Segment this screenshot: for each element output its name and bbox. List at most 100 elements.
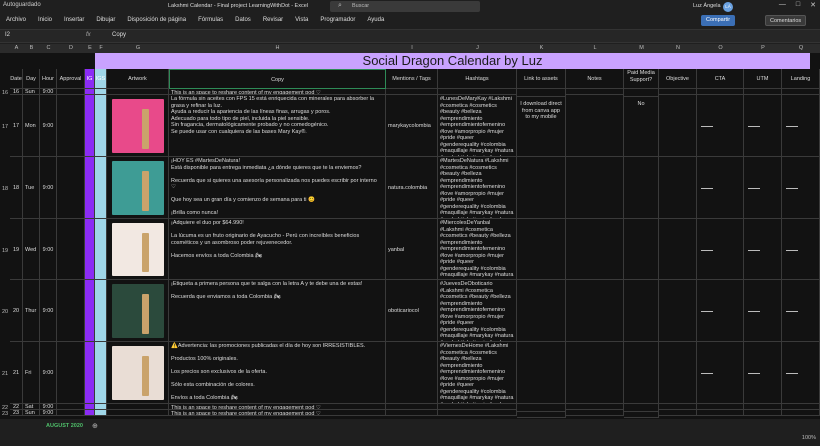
cell-igs[interactable] — [95, 410, 107, 416]
cell-objective[interactable] — [659, 219, 697, 280]
header-day[interactable]: Day — [23, 69, 40, 89]
artwork-thumbnail[interactable] — [112, 99, 164, 153]
header-ig[interactable]: IG — [85, 69, 95, 89]
artwork-thumbnail[interactable] — [112, 346, 164, 400]
header-cta[interactable]: CTA — [697, 69, 744, 89]
row-number[interactable]: 18 — [0, 158, 10, 220]
cell-mention[interactable] — [386, 342, 438, 404]
column-header[interactable]: G — [107, 45, 169, 51]
cell-ig[interactable] — [85, 95, 95, 157]
cell-ig[interactable] — [85, 410, 95, 416]
column-header[interactable]: K — [517, 45, 566, 51]
cell-day[interactable]: Fri — [23, 342, 40, 404]
cell-hashtags[interactable] — [438, 410, 517, 416]
column-header[interactable]: C — [40, 45, 57, 51]
cell-paid[interactable] — [624, 280, 659, 342]
autosave-label[interactable]: Autoguardado — [3, 2, 41, 8]
cell-artwork[interactable] — [107, 410, 169, 416]
tab-ayuda[interactable]: Ayuda — [367, 17, 384, 23]
header-paid[interactable]: Paid Media Support? — [624, 69, 659, 89]
cell-utm[interactable] — [744, 410, 782, 416]
cell-hashtags[interactable]: #MiercolesDeYanbal #Lakshmi #cosmetica #… — [438, 219, 517, 280]
tab-programador[interactable]: Programador — [320, 17, 355, 23]
tab-revisar[interactable]: Revisar — [263, 17, 283, 23]
header-mentions[interactable]: Mentions / Tags — [386, 69, 438, 89]
cell-day[interactable]: Mon — [23, 95, 40, 157]
column-header[interactable]: I — [386, 45, 438, 51]
cell-paid[interactable]: No — [624, 95, 659, 157]
cell-approval[interactable] — [57, 410, 85, 416]
cell-objective[interactable] — [659, 410, 697, 416]
cell-copy[interactable]: This is an space to reshare content of m… — [169, 410, 386, 416]
cell-objective[interactable] — [659, 157, 697, 219]
header-approval[interactable]: Approval — [57, 69, 85, 89]
comments-button[interactable]: Comentarios — [765, 15, 807, 26]
cell-cta[interactable] — [697, 410, 744, 416]
header-hashtags[interactable]: Hashtags — [438, 69, 517, 89]
cell-hashtags[interactable]: #MartesDeNatura #Lakshmi #cosmetica #cos… — [438, 157, 517, 219]
cell-approval[interactable] — [57, 95, 85, 157]
cell-day[interactable]: Thur — [23, 280, 40, 342]
row-number[interactable]: 21 — [0, 343, 10, 405]
cell-igs[interactable] — [95, 280, 107, 342]
header-date[interactable]: Date — [10, 69, 23, 89]
maximize-icon[interactable]: □ — [796, 1, 800, 9]
tab-insertar[interactable]: Insertar — [64, 17, 84, 23]
cell-igs[interactable] — [95, 342, 107, 404]
header-notes[interactable]: Notes — [566, 69, 624, 89]
cell-paid[interactable] — [624, 219, 659, 280]
cell-copy[interactable]: La fórmula sin aceites con FPS 15 está e… — [169, 95, 386, 157]
cell-copy[interactable]: ⚠️Advertencia: las promociones publicada… — [169, 342, 386, 404]
tab-disposicion[interactable]: Disposición de página — [127, 17, 186, 23]
minimize-icon[interactable]: — — [779, 1, 786, 9]
header-link[interactable]: Link to assets — [517, 69, 566, 89]
header-copy[interactable]: Copy — [169, 69, 386, 89]
cell-date[interactable]: 23 — [10, 410, 23, 416]
cell-notes[interactable] — [566, 280, 624, 342]
cell-ig[interactable] — [85, 219, 95, 280]
column-header[interactable]: A — [10, 45, 23, 51]
fx-icon[interactable]: fx — [86, 32, 91, 38]
cell-hashtags[interactable]: #JuevesDeOboticario #Lakshmi #cosmetica … — [438, 280, 517, 342]
column-header[interactable]: F — [95, 45, 107, 51]
tab-formulas[interactable]: Fórmulas — [198, 17, 223, 23]
cell-hour[interactable]: 9:00 — [40, 219, 57, 280]
cell-link[interactable] — [517, 342, 566, 404]
cell-notes[interactable] — [566, 157, 624, 219]
row-number[interactable]: 19 — [0, 220, 10, 281]
cell-hour[interactable]: 9:00 — [40, 342, 57, 404]
cell-link[interactable]: I download direct from canva app to my m… — [517, 95, 566, 157]
cell-link[interactable] — [517, 280, 566, 342]
column-header[interactable]: E — [85, 45, 95, 51]
column-header[interactable]: D — [57, 45, 85, 51]
cell-approval[interactable] — [57, 219, 85, 280]
column-header[interactable]: L — [566, 45, 624, 51]
header-landing[interactable]: Landing — [782, 69, 820, 89]
artwork-thumbnail[interactable] — [112, 161, 164, 215]
cell-date[interactable]: 19 — [10, 219, 23, 280]
cell-day[interactable]: Tue — [23, 157, 40, 219]
cell-day[interactable]: Wed — [23, 219, 40, 280]
cell-hour[interactable]: 9:00 — [40, 280, 57, 342]
cell-notes[interactable] — [566, 410, 624, 416]
cell-ig[interactable] — [85, 280, 95, 342]
cell-date[interactable]: 17 — [10, 95, 23, 157]
cell-objective[interactable] — [659, 95, 697, 157]
cell-ig[interactable] — [85, 342, 95, 404]
cell-link[interactable] — [517, 219, 566, 280]
tab-vista[interactable]: Vista — [295, 17, 308, 23]
cell-link[interactable] — [517, 410, 566, 418]
artwork-thumbnail[interactable] — [112, 223, 164, 276]
cell-approval[interactable] — [57, 280, 85, 342]
cell-copy[interactable]: ¡Etiqueta a primera persona que te salga… — [169, 280, 386, 342]
cell-mention[interactable]: yanbal — [386, 219, 438, 280]
column-header[interactable]: P — [744, 45, 782, 51]
cell-mention[interactable]: marykaycolombia — [386, 95, 438, 157]
cell-igs[interactable] — [95, 219, 107, 280]
tab-dibujar[interactable]: Dibujar — [96, 17, 115, 23]
name-box[interactable]: I2 — [2, 32, 72, 42]
tab-inicio[interactable]: Inicio — [38, 17, 52, 23]
cell-igs[interactable] — [95, 95, 107, 157]
search-box[interactable]: ⌕ Buscar — [330, 1, 480, 12]
cell-approval[interactable] — [57, 342, 85, 404]
